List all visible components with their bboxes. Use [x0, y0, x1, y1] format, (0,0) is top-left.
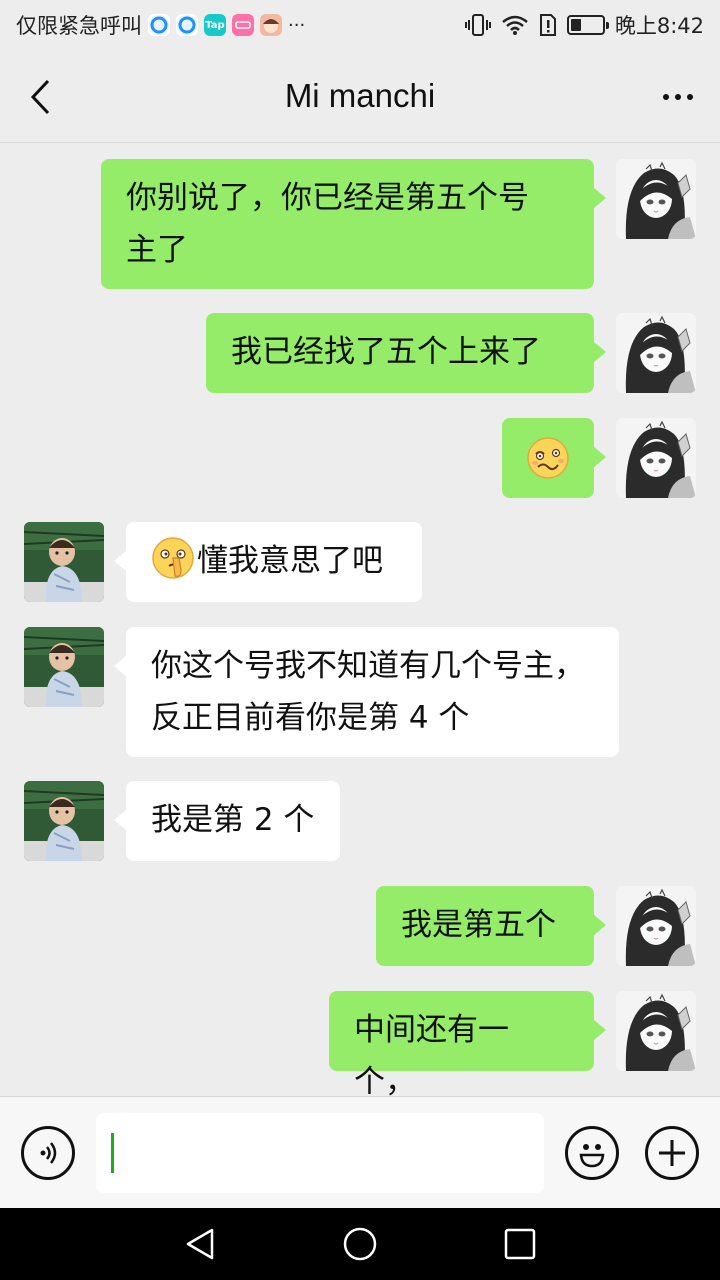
message-text-line: 反正目前看你是第 4 个	[151, 700, 470, 736]
my-avatar[interactable]	[616, 418, 696, 498]
clock-time: 晚上8:42	[614, 14, 704, 38]
nav-recents-button[interactable]	[502, 1226, 538, 1262]
app-pink-icon	[232, 14, 254, 36]
contact-avatar[interactable]	[24, 522, 104, 602]
shushing-face-icon	[151, 536, 195, 580]
chat-message-list[interactable]: 你别说了，你已经是第五个号 主了 我已经找了五个上来了 懂我意思了吧 你这个号我…	[0, 143, 720, 1100]
message-text-line: 我是第 2 个	[151, 802, 315, 838]
voice-input-button[interactable]	[21, 1126, 75, 1180]
vibrate-icon	[464, 14, 491, 36]
triangle-back-icon	[186, 1228, 214, 1260]
system-navigation-bar	[0, 1208, 720, 1280]
message-text-line: 你别说了，你已经是第五个号	[126, 180, 529, 216]
qq-icon	[176, 14, 198, 36]
message-bubble-received[interactable]: 你这个号我不知道有几个号主， 反正目前看你是第 4 个	[114, 627, 619, 757]
battery-icon	[566, 15, 609, 35]
carrier-text: 仅限紧急呼叫	[16, 14, 142, 38]
sim-alert-icon	[539, 14, 556, 36]
message-bubble-sent[interactable]: 你别说了，你已经是第五个号 主了	[101, 159, 606, 289]
status-bar: 仅限紧急呼叫 Tap ··· 晚上8:42	[0, 0, 720, 50]
message-text-line: 主了	[126, 232, 188, 268]
circle-home-icon	[343, 1227, 377, 1261]
more-notifications-text: ···	[288, 14, 306, 36]
more-dot-icon	[687, 94, 693, 100]
message-bubble-sent[interactable]: 我是第五个	[376, 886, 606, 966]
taptap-icon: Tap	[204, 14, 226, 36]
contact-avatar[interactable]	[24, 627, 104, 707]
message-bubble-received[interactable]: 我是第 2 个	[114, 781, 340, 861]
qq-icon	[148, 14, 170, 36]
message-bubble-received[interactable]: 懂我意思了吧	[114, 522, 422, 602]
my-avatar[interactable]	[616, 886, 696, 966]
message-bubble-sent[interactable]	[502, 418, 606, 498]
chat-header: Mi manchi	[0, 50, 720, 143]
woozy-face-icon	[526, 436, 570, 480]
message-input[interactable]	[96, 1113, 544, 1193]
my-avatar[interactable]	[616, 313, 696, 393]
more-dot-icon	[675, 94, 681, 100]
text-cursor	[111, 1133, 114, 1173]
contact-avatar[interactable]	[24, 781, 104, 861]
back-button[interactable]	[18, 72, 62, 122]
message-bubble-sent[interactable]: 我已经找了五个上来了	[206, 313, 606, 393]
message-text-line: 我是第五个	[401, 907, 556, 943]
message-text-line: 中间还有一个，	[354, 1012, 509, 1100]
message-bubble-sent[interactable]: 中间还有一个，	[329, 991, 606, 1100]
nav-back-button[interactable]	[182, 1226, 218, 1262]
message-text-line: 懂我意思了吧	[151, 535, 398, 587]
avatar-app-icon	[260, 14, 282, 36]
more-dot-icon	[663, 94, 669, 100]
smiley-icon	[579, 1144, 605, 1168]
chevron-left-icon	[30, 79, 50, 115]
plus-icon	[659, 1140, 685, 1166]
input-bar	[0, 1096, 720, 1208]
voice-icon	[40, 1142, 57, 1164]
square-recents-icon	[504, 1228, 536, 1260]
my-avatar[interactable]	[616, 159, 696, 239]
message-text-line: 你这个号我不知道有几个号主，	[151, 648, 585, 684]
my-avatar[interactable]	[616, 991, 696, 1071]
message-text-line: 我已经找了五个上来了	[231, 334, 541, 370]
more-options-button[interactable]	[658, 80, 698, 114]
wifi-icon	[502, 15, 528, 35]
chat-title: Mi manchi	[284, 77, 436, 114]
more-functions-button[interactable]	[645, 1126, 699, 1180]
nav-home-button[interactable]	[342, 1226, 378, 1262]
emoji-button[interactable]	[565, 1126, 619, 1180]
